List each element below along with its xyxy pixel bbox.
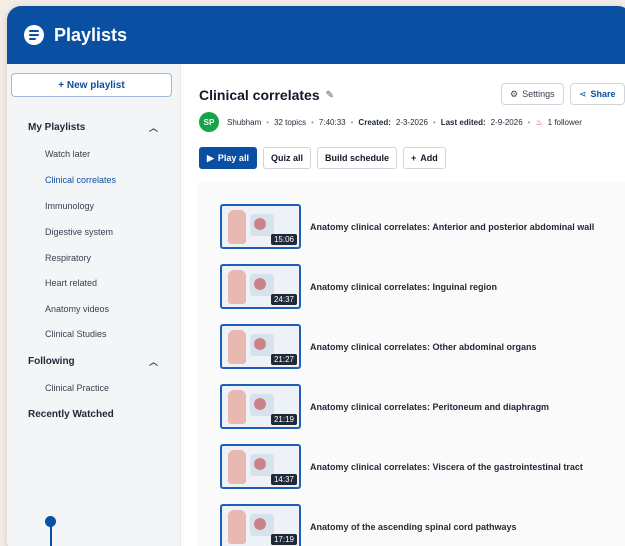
app-title: Playlists xyxy=(54,24,128,45)
app-window: Playlists + New playlist My Playlists ︿ … xyxy=(7,6,625,546)
play-all-button[interactable]: ▶ Play all xyxy=(199,147,257,169)
recently-watched-label: Recently Watched xyxy=(28,409,114,420)
play-all-label: Play all xyxy=(217,153,249,163)
video-thumbnail[interactable]: 21:19 xyxy=(220,384,301,429)
share-label: Share xyxy=(590,89,616,99)
created-date: 2-3-2026 xyxy=(395,117,428,127)
video-title[interactable]: Anatomy clinical correlates: Viscera of … xyxy=(310,462,583,472)
plus-icon: + xyxy=(410,153,417,163)
duration-badge: 17:19 xyxy=(270,534,297,545)
settings-button[interactable]: ⚙ Settings xyxy=(501,83,564,105)
video-thumbnail[interactable]: 21:27 xyxy=(220,324,301,369)
sidebar-item-digestive-system[interactable]: Digestive system xyxy=(45,227,113,237)
author-name: Shubham xyxy=(227,117,262,127)
following-header[interactable]: Following ︿ xyxy=(28,355,158,368)
my-playlists-header[interactable]: My Playlists ︿ xyxy=(28,121,158,134)
video-thumbnail[interactable]: 17:19 xyxy=(220,504,301,546)
list-item[interactable]: 17:19 Anatomy of the ascending spinal co… xyxy=(220,504,517,546)
chevron-up-icon[interactable]: ︿ xyxy=(149,355,158,368)
topic-count: 32 topics xyxy=(274,117,307,127)
playlist-title-text: Clinical correlates xyxy=(199,87,320,103)
sidebar: + New playlist My Playlists ︿ Watch late… xyxy=(7,64,181,546)
playlist-title: Clinical correlates ✎ xyxy=(199,87,334,103)
list-item[interactable]: 14:37 Anatomy clinical correlates: Visce… xyxy=(220,444,583,489)
sidebar-item-heart-related[interactable]: Heart related xyxy=(45,278,97,288)
top-bar: Playlists xyxy=(7,6,625,64)
build-schedule-button[interactable]: Build schedule xyxy=(316,147,397,169)
playlist-meta: SP Shubham • 32 topics • 7:40:33 • Creat… xyxy=(199,112,582,132)
list-item[interactable]: 15:06 Anatomy clinical correlates: Anter… xyxy=(220,204,594,249)
follower-count: 1 follower xyxy=(547,117,582,127)
video-title[interactable]: Anatomy clinical correlates: Peritoneum … xyxy=(310,402,549,412)
separator-dot: • xyxy=(311,117,314,127)
fire-icon: ♨ xyxy=(535,117,543,127)
slider-track xyxy=(50,524,52,546)
following-label: Following xyxy=(28,356,75,367)
separator-dot: • xyxy=(350,117,354,127)
separator-dot: • xyxy=(527,117,531,127)
list-item[interactable]: 21:19 Anatomy clinical correlates: Perit… xyxy=(220,384,549,429)
duration-badge: 14:37 xyxy=(270,474,297,485)
share-button[interactable]: ⋖ Share xyxy=(570,83,625,105)
video-title[interactable]: Anatomy clinical correlates: Inguinal re… xyxy=(310,282,497,292)
share-icon: ⋖ xyxy=(579,88,587,99)
playlist-menu-icon[interactable] xyxy=(24,25,44,45)
sidebar-item-respiratory[interactable]: Respiratory xyxy=(45,253,91,263)
created-label: Created: xyxy=(358,117,391,127)
video-thumbnail[interactable]: 24:37 xyxy=(220,264,301,309)
quiz-all-button[interactable]: Quiz all xyxy=(262,147,311,169)
avatar[interactable]: SP xyxy=(199,112,219,132)
separator-dot: • xyxy=(432,117,436,127)
video-title[interactable]: Anatomy clinical correlates: Anterior an… xyxy=(310,222,594,232)
video-title[interactable]: Anatomy of the ascending spinal cord pat… xyxy=(310,522,517,532)
duration-badge: 15:06 xyxy=(270,234,297,245)
edited-date: 2-9-2026 xyxy=(490,117,523,127)
add-label: Add xyxy=(420,153,438,163)
play-icon: ▶ xyxy=(207,152,214,163)
sidebar-item-watch-later[interactable]: Watch later xyxy=(45,149,90,159)
edited-label: Last edited: xyxy=(440,117,486,127)
gear-icon: ⚙ xyxy=(510,88,519,99)
playlist-actions: ▶ Play all Quiz all Build schedule + Add xyxy=(199,147,446,169)
separator-dot: • xyxy=(266,117,270,127)
video-thumbnail[interactable]: 14:37 xyxy=(220,444,301,489)
total-duration: 7:40:33 xyxy=(318,117,346,127)
settings-label: Settings xyxy=(522,89,555,99)
chevron-up-icon[interactable]: ︿ xyxy=(149,121,158,134)
duration-badge: 24:37 xyxy=(270,294,297,305)
playlist-main: Clinical correlates ✎ ⚙ Settings ⋖ Share… xyxy=(181,64,625,546)
video-thumbnail[interactable]: 15:06 xyxy=(220,204,301,249)
sidebar-item-clinical-correlates[interactable]: Clinical correlates xyxy=(45,175,116,185)
recently-watched-header[interactable]: Recently Watched xyxy=(28,409,158,420)
video-title[interactable]: Anatomy clinical correlates: Other abdom… xyxy=(310,342,537,352)
list-item[interactable]: 24:37 Anatomy clinical correlates: Ingui… xyxy=(220,264,497,309)
sidebar-item-anatomy-videos[interactable]: Anatomy videos xyxy=(45,304,109,314)
new-playlist-button[interactable]: + New playlist xyxy=(11,73,172,97)
sidebar-item-immunology[interactable]: Immunology xyxy=(45,201,94,211)
sidebar-item-clinical-practice[interactable]: Clinical Practice xyxy=(45,383,109,393)
sidebar-item-clinical-studies[interactable]: Clinical Studies xyxy=(45,329,107,339)
list-item[interactable]: 21:27 Anatomy clinical correlates: Other… xyxy=(220,324,537,369)
video-list: 15:06 Anatomy clinical correlates: Anter… xyxy=(197,182,625,546)
duration-badge: 21:19 xyxy=(270,414,297,425)
duration-badge: 21:27 xyxy=(270,354,297,365)
my-playlists-label: My Playlists xyxy=(28,122,86,133)
edit-icon[interactable]: ✎ xyxy=(326,90,334,101)
add-button[interactable]: + Add xyxy=(402,147,446,169)
